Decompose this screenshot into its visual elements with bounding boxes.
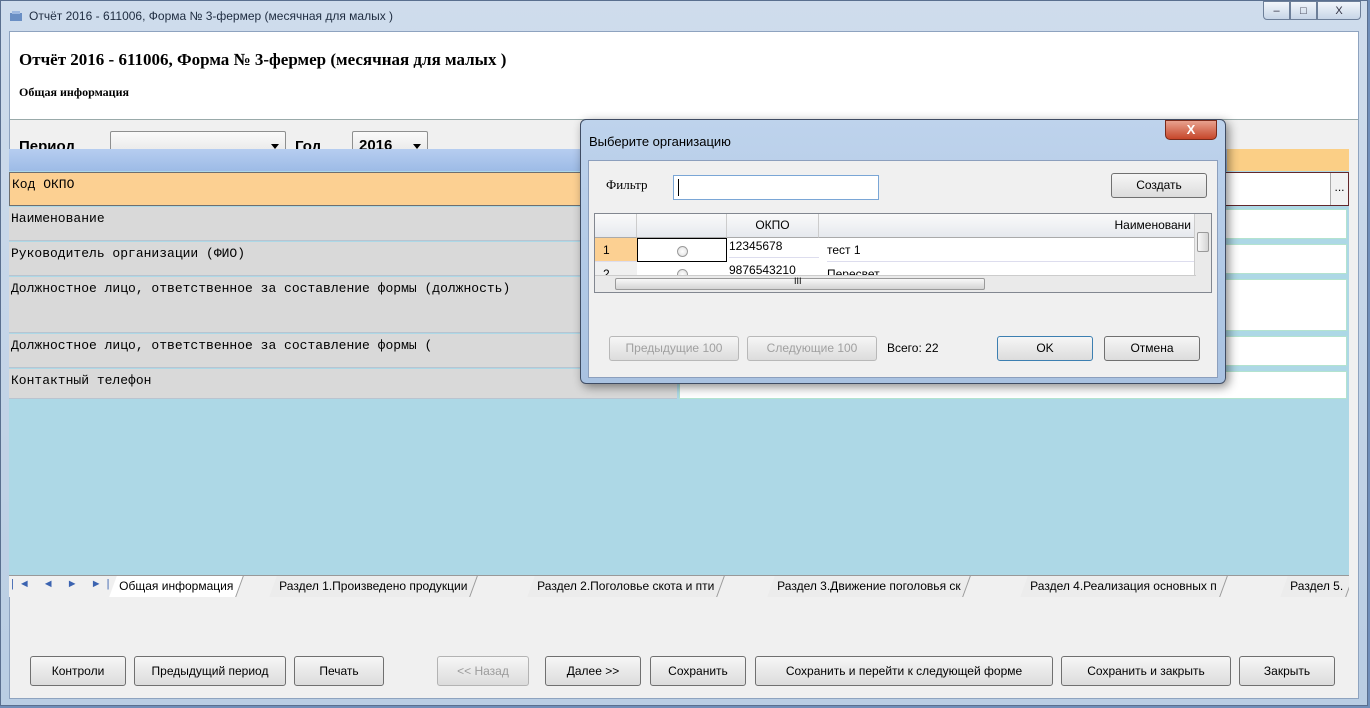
row-radio-cell[interactable] bbox=[637, 238, 727, 262]
vertical-scrollbar[interactable] bbox=[1194, 214, 1211, 292]
prev-period-button[interactable]: Предыдущий период bbox=[134, 656, 286, 686]
save-close-button[interactable]: Сохранить и закрыть bbox=[1061, 656, 1231, 686]
total-count: Всего: 22 bbox=[887, 341, 939, 355]
tab-label: Раздел 4.Реализация основных п bbox=[1030, 579, 1217, 593]
window-controls: – □ X bbox=[1263, 1, 1361, 20]
row-label: Должностное лицо, ответственное за соста… bbox=[11, 338, 433, 353]
select-organization-dialog: Выберите организацию X Фильтр Создать ОК… bbox=[580, 119, 1226, 384]
horizontal-scroll-thumb[interactable]: III bbox=[615, 276, 985, 290]
radio-button[interactable] bbox=[676, 246, 688, 258]
form-subtitle: Общая информация bbox=[19, 85, 129, 99]
vertical-scroll-thumb[interactable] bbox=[1197, 232, 1209, 252]
row-label: Должностное лицо, ответственное за соста… bbox=[11, 281, 511, 296]
grid-row-name[interactable]: Наименование bbox=[9, 207, 677, 241]
filter-input[interactable] bbox=[673, 175, 879, 200]
create-button[interactable]: Создать bbox=[1111, 173, 1207, 198]
tab-label: Раздел 3.Движение поголовья ск bbox=[777, 579, 961, 593]
tab-general-info[interactable]: Общая информация bbox=[109, 576, 244, 597]
grid-row-phone[interactable]: Контактный телефон bbox=[9, 369, 677, 399]
filter-label: Фильтр bbox=[606, 177, 648, 192]
maximize-button[interactable]: □ bbox=[1290, 1, 1317, 20]
tab-section-4[interactable]: Раздел 4.Реализация основных п bbox=[1020, 576, 1228, 597]
row-label: Код ОКПО bbox=[12, 177, 75, 192]
tab-section-3[interactable]: Раздел 3.Движение поголовья ск bbox=[767, 576, 972, 597]
grid-header-highlight bbox=[1227, 149, 1349, 171]
tab-label: Общая информация bbox=[119, 579, 234, 593]
form-title: Отчёт 2016 - 611006, Форма № 3-фермер (м… bbox=[19, 50, 507, 69]
name-column-header[interactable]: Наименовани bbox=[819, 214, 1196, 238]
total-value: 22 bbox=[925, 341, 939, 355]
close-button[interactable]: Закрыть bbox=[1239, 656, 1335, 686]
next-100-button[interactable]: Следующие 100 bbox=[747, 336, 877, 361]
text-caret bbox=[678, 179, 679, 196]
prev-100-button[interactable]: Предыдущие 100 bbox=[609, 336, 739, 361]
save-next-form-button[interactable]: Сохранить и перейти к следующей форме bbox=[755, 656, 1053, 686]
cancel-button[interactable]: Отмена bbox=[1104, 336, 1200, 361]
total-label: Всего: bbox=[887, 341, 922, 355]
tab-label: Раздел 5. bbox=[1290, 579, 1344, 593]
back-button[interactable]: << Назад bbox=[437, 656, 529, 686]
tab-section-1[interactable]: Раздел 1.Произведено продукции bbox=[269, 576, 479, 597]
ellipsis-button[interactable]: ... bbox=[1330, 173, 1348, 205]
title-bar[interactable]: Отчёт 2016 - 611006, Форма № 3-фермер (м… bbox=[1, 1, 1367, 31]
row-header-corner bbox=[595, 214, 637, 238]
minimize-button[interactable]: – bbox=[1263, 1, 1290, 20]
select-column-header bbox=[637, 214, 727, 238]
ok-button[interactable]: OK bbox=[997, 336, 1093, 361]
grid-row-okpo[interactable]: Код ОКПО bbox=[9, 172, 677, 206]
dialog-close-button[interactable]: X bbox=[1165, 120, 1217, 140]
form-header: Отчёт 2016 - 611006, Форма № 3-фермер (м… bbox=[10, 32, 1358, 120]
controls-button[interactable]: Контроли bbox=[30, 656, 126, 686]
grid-row-responsible-name[interactable]: Должностное лицо, ответственное за соста… bbox=[9, 334, 677, 368]
row-number[interactable]: 1 bbox=[595, 238, 637, 262]
name-cell: тест 1 bbox=[827, 238, 1196, 262]
tab-navigation[interactable]: |◄ ◄ ► ►| bbox=[11, 578, 114, 590]
okpo-cell: 12345678 bbox=[729, 234, 819, 258]
tab-label: Раздел 1.Произведено продукции bbox=[279, 579, 468, 593]
grid-row-responsible-position[interactable]: Должностное лицо, ответственное за соста… bbox=[9, 277, 677, 333]
tab-section-2[interactable]: Раздел 2.Поголовье скота и пти bbox=[527, 576, 725, 597]
close-window-button[interactable]: X bbox=[1317, 1, 1361, 20]
row-label: Контактный телефон bbox=[11, 373, 152, 388]
row-label: Наименование bbox=[11, 211, 105, 226]
section-tabs: |◄ ◄ ► ►| Общая информация Раздел 1.Прои… bbox=[9, 575, 1349, 597]
scroll-grip-icon: III bbox=[794, 276, 802, 286]
grid-row-head[interactable]: Руководитель организации (ФИО) bbox=[9, 242, 677, 276]
window-title: Отчёт 2016 - 611006, Форма № 3-фермер (м… bbox=[29, 9, 394, 23]
organization-table: ОКПО Наименовани 1 12345678 тест 1 2 987… bbox=[594, 213, 1212, 293]
dialog-body: Фильтр Создать ОКПО Наименовани 1 123456… bbox=[588, 160, 1218, 378]
dialog-title: Выберите организацию bbox=[589, 134, 731, 149]
save-button[interactable]: Сохранить bbox=[650, 656, 746, 686]
next-button[interactable]: Далее >> bbox=[545, 656, 641, 686]
print-button[interactable]: Печать bbox=[294, 656, 384, 686]
horizontal-scrollbar[interactable]: III bbox=[595, 275, 1196, 292]
row-label: Руководитель организации (ФИО) bbox=[11, 246, 246, 261]
app-icon bbox=[10, 11, 22, 21]
tab-section-5[interactable]: Раздел 5. bbox=[1280, 576, 1349, 597]
tab-label: Раздел 2.Поголовье скота и пти bbox=[537, 579, 715, 593]
